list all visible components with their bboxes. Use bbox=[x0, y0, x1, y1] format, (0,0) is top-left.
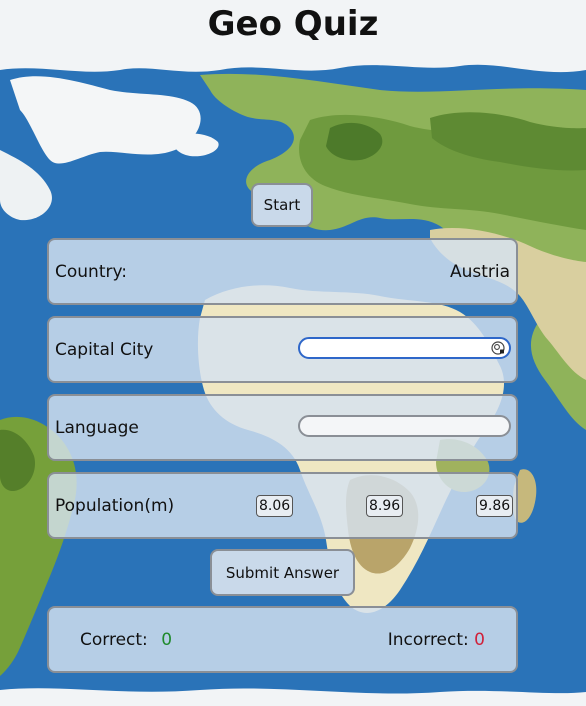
start-button[interactable]: Start bbox=[251, 183, 313, 227]
correct-count: 0 bbox=[161, 629, 173, 650]
population-panel: Population(m) 8.06 8.96 9.86 bbox=[47, 472, 518, 539]
population-label: Population(m) bbox=[55, 495, 175, 516]
incorrect-score: Incorrect: 0 bbox=[388, 630, 485, 650]
population-option-1[interactable]: 8.06 bbox=[256, 495, 294, 517]
capital-label: Capital City bbox=[55, 339, 154, 360]
language-label: Language bbox=[55, 417, 139, 438]
correct-label: Correct: bbox=[80, 629, 148, 650]
population-option-2[interactable]: 8.96 bbox=[366, 495, 404, 517]
incorrect-count: 0 bbox=[474, 629, 485, 650]
password-manager-icon[interactable] bbox=[491, 341, 505, 355]
geo-quiz-page: Geo Quiz Start Country: Austria Capital … bbox=[0, 0, 586, 706]
country-label: Country: bbox=[55, 261, 128, 282]
incorrect-label: Incorrect: bbox=[387, 629, 469, 650]
capital-input[interactable] bbox=[298, 337, 511, 359]
population-option-3[interactable]: 9.86 bbox=[476, 495, 514, 517]
correct-score: Correct: 0 bbox=[80, 630, 172, 650]
country-value: Austria bbox=[449, 261, 510, 282]
score-panel: Correct: 0 Incorrect: 0 bbox=[47, 606, 518, 673]
page-title: Geo Quiz bbox=[207, 4, 379, 44]
language-input[interactable] bbox=[298, 415, 511, 437]
start-button-label: Start bbox=[263, 196, 301, 214]
submit-answer-label: Submit Answer bbox=[225, 563, 340, 582]
country-panel: Country: Austria bbox=[47, 238, 518, 305]
language-panel: Language bbox=[47, 394, 518, 461]
submit-answer-button[interactable]: Submit Answer bbox=[210, 549, 355, 596]
capital-panel: Capital City bbox=[47, 316, 518, 383]
